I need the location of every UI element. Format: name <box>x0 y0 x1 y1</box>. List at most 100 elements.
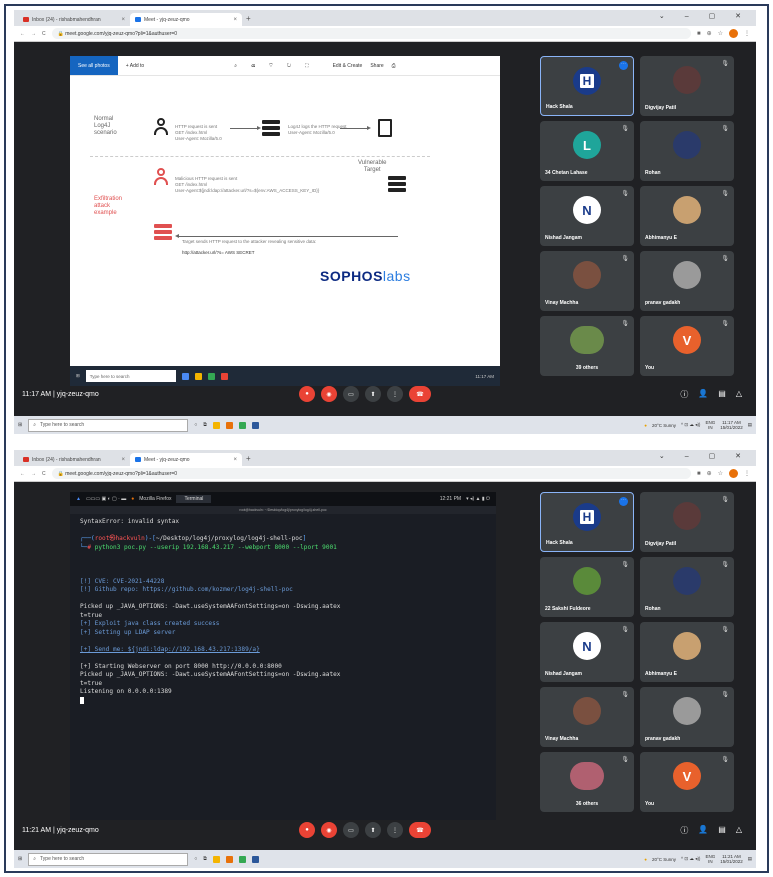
tab-meet[interactable]: Meet - yjq-zeuz-qmo × <box>130 453 242 466</box>
people-icon[interactable]: 👤 <box>698 825 708 836</box>
participant-tile[interactable]: L 🎙︎ 34 Chetan Lahase <box>540 121 634 181</box>
present-button[interactable]: ⬆ <box>365 822 381 838</box>
firefox-icon[interactable] <box>225 855 233 863</box>
kali-app-terminal[interactable]: Terminal <box>176 495 212 503</box>
chat-icon[interactable]: ▤ <box>718 389 726 400</box>
window-controls[interactable]: ⌄ – ▢ ✕ <box>659 452 750 460</box>
participant-tile[interactable]: H ⋯ Hack Shala <box>540 492 634 552</box>
participant-tile[interactable]: 🎙︎ Abhimanyu E <box>640 622 734 682</box>
captions-button[interactable]: ▭ <box>343 822 359 838</box>
cortana-icon[interactable]: ○ <box>194 856 197 862</box>
task-view-icon[interactable]: ⧉ <box>203 422 207 428</box>
forward-icon[interactable]: → <box>31 471 36 477</box>
tab-meet[interactable]: Meet - yjq-zeuz-qmo × <box>130 13 242 26</box>
url-field[interactable]: 🔒 meet.google.com/yjq-zeuz-qmo?pli=1&aut… <box>51 468 691 479</box>
language-indicator[interactable]: ENG IN <box>705 854 715 864</box>
share-button[interactable]: Share <box>370 63 383 69</box>
taskbar-search[interactable]: ⌕ Type here to search <box>28 852 189 866</box>
tray-clock[interactable]: 11:17 AM 15/01/2022 <box>720 420 743 430</box>
app-icon[interactable] <box>194 372 202 380</box>
new-tab-button[interactable]: + <box>246 14 251 23</box>
notification-icon[interactable]: ▤ <box>748 422 752 428</box>
new-tab-button[interactable]: + <box>246 454 251 463</box>
present-button[interactable]: ⬆ <box>365 386 381 402</box>
print-icon[interactable]: ⎙ <box>392 63 396 69</box>
app-icon[interactable] <box>181 372 189 380</box>
word-icon[interactable] <box>251 855 259 863</box>
menu-icon[interactable]: ⋮ <box>744 470 750 477</box>
end-call-button[interactable]: ☎ <box>409 822 431 838</box>
windows-start-icon[interactable]: ⊞ <box>18 856 22 862</box>
activities-icon[interactable]: △ <box>736 389 742 400</box>
close-tab-icon[interactable]: × <box>233 457 237 463</box>
firefox-icon[interactable] <box>225 421 233 429</box>
mic-off-button[interactable]: ● <box>299 386 315 402</box>
activities-icon[interactable]: △ <box>736 825 742 836</box>
participant-tile[interactable]: 🎙︎ 22 Sakshi Fuldeore <box>540 557 634 617</box>
tray-clock[interactable]: 11:21 AM 15/01/2022 <box>720 854 743 864</box>
participant-tile[interactable]: N 🎙︎ Nishad Jangam <box>540 622 634 682</box>
star-icon[interactable]: ☆ <box>718 30 723 37</box>
close-tab-icon[interactable]: × <box>121 17 125 23</box>
task-view-icon[interactable]: ⧉ <box>203 856 207 862</box>
info-icon[interactable]: ⓘ <box>680 389 688 400</box>
participant-tile[interactable]: 🎙︎ Rohan <box>640 557 734 617</box>
camera-off-button[interactable]: ◉ <box>321 822 337 838</box>
people-icon[interactable]: 👤 <box>698 389 708 400</box>
extensions-icon[interactable]: ⊕ <box>707 470 712 477</box>
participant-tile[interactable]: H ⋯ Hack Shala <box>540 56 634 116</box>
end-call-button[interactable]: ☎ <box>409 386 431 402</box>
profile-avatar[interactable] <box>729 469 738 478</box>
reload-icon[interactable]: C <box>42 471 46 477</box>
add-to-button[interactable]: + Add to <box>126 63 145 69</box>
tab-gmail[interactable]: Inbox (24) - rishabmahendhran × <box>18 453 130 466</box>
camera-off-button[interactable]: ◉ <box>321 386 337 402</box>
camera-icon[interactable]: ■ <box>697 471 701 477</box>
participant-tile[interactable]: 🎙︎ Abhimanyu E <box>640 186 734 246</box>
participant-tile[interactable]: 🎙︎ Vinay Machha <box>540 251 634 311</box>
back-icon[interactable]: ← <box>20 31 25 37</box>
explorer-icon[interactable] <box>212 421 220 429</box>
star-icon[interactable]: ☆ <box>718 470 723 477</box>
terminal-output[interactable]: SyntaxError: invalid syntax ┌──(root㉿hac… <box>70 514 496 710</box>
participant-tile[interactable]: 🎙︎ pranav gadakh <box>640 251 734 311</box>
app-icon[interactable] <box>220 372 228 380</box>
workspace-icons[interactable]: ▭▭▭ ▣ ◐ ▢ · ▬ <box>86 496 126 502</box>
more-options-button[interactable]: ⋮ <box>387 386 403 402</box>
back-icon[interactable]: ← <box>20 471 25 477</box>
tray-icons[interactable]: ^ ⊡ ☁ ◂)) <box>681 422 700 428</box>
captions-button[interactable]: ▭ <box>343 386 359 402</box>
info-icon[interactable]: ⓘ <box>680 825 688 836</box>
participant-tile[interactable]: N 🎙︎ Nishad Jangam <box>540 186 634 246</box>
participant-tile[interactable]: 🎙︎ Digvijay Patil <box>640 492 734 552</box>
word-icon[interactable] <box>251 421 259 429</box>
camera-icon[interactable]: ■ <box>697 31 701 37</box>
window-controls[interactable]: ⌄ – ▢ ✕ <box>659 12 750 20</box>
participant-tile[interactable]: V 🎙︎ You <box>640 316 734 376</box>
tab-gmail[interactable]: Inbox (24) - rishabmahendhran × <box>18 13 130 26</box>
close-tab-icon[interactable]: × <box>121 457 125 463</box>
participant-tile[interactable]: 🎙︎ pranav gadakh <box>640 687 734 747</box>
more-options-button[interactable]: ⋮ <box>387 822 403 838</box>
notification-icon[interactable]: ▤ <box>748 856 752 862</box>
url-field[interactable]: 🔒 meet.google.com/yjq-zeuz-qmo?pli=1&aut… <box>51 28 691 39</box>
kali-app-firefox[interactable]: Mozilla Firefox <box>139 496 171 502</box>
reload-icon[interactable]: C <box>42 31 46 37</box>
extensions-icon[interactable]: ⊕ <box>707 30 712 37</box>
see-all-photos-button[interactable]: See all photos <box>70 56 118 75</box>
chrome-icon[interactable] <box>238 421 246 429</box>
participant-tile[interactable]: V 🎙︎ You <box>640 752 734 812</box>
chat-icon[interactable]: ▤ <box>718 825 726 836</box>
chrome-icon[interactable] <box>238 855 246 863</box>
cortana-icon[interactable]: ○ <box>194 422 197 428</box>
mic-off-button[interactable]: ● <box>299 822 315 838</box>
tray-icons[interactable]: ^ ⊡ ☁ ◂)) <box>681 856 700 862</box>
participant-tile[interactable]: 🎙︎ Rohan <box>640 121 734 181</box>
participant-tile[interactable]: 🎙︎ Vinay Machha <box>540 687 634 747</box>
kali-menu-icon[interactable]: ▲ <box>76 496 81 502</box>
participant-tile[interactable]: 🎙︎ Digvijay Patil <box>640 56 734 116</box>
participant-tile[interactable]: 🎙︎ 39 others <box>540 316 634 376</box>
edit-create-button[interactable]: Edit & Create <box>333 63 363 69</box>
app-icon[interactable] <box>207 372 215 380</box>
windows-start-icon[interactable]: ⊞ <box>18 422 22 428</box>
